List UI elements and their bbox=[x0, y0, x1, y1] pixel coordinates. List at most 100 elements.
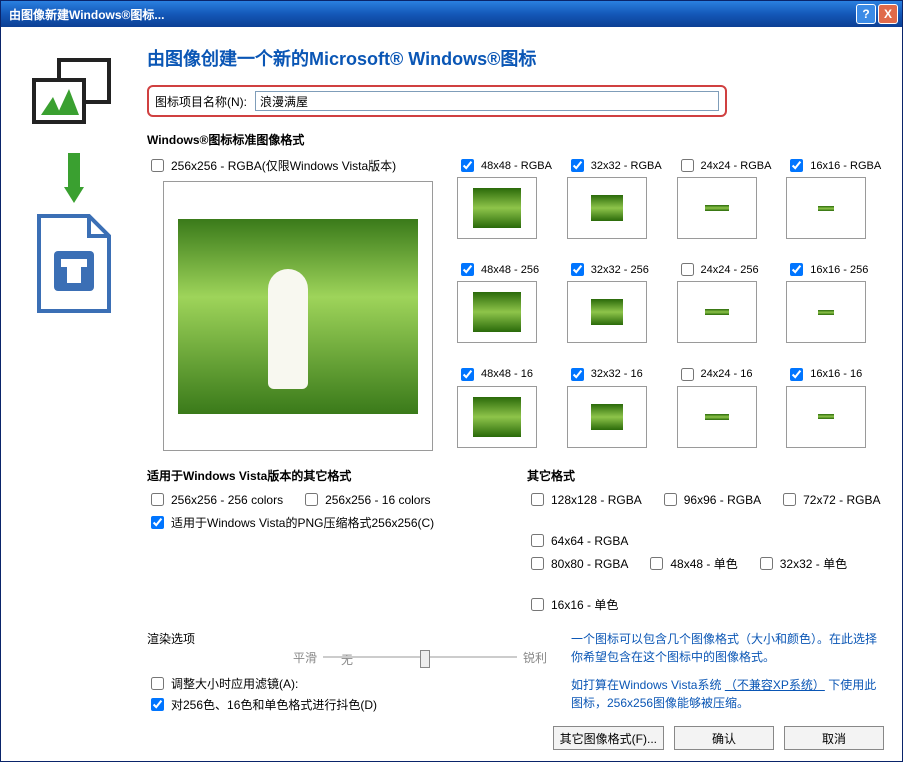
format-option[interactable]: 64x64 - RGBA bbox=[527, 531, 628, 550]
format-checkbox[interactable] bbox=[650, 557, 663, 570]
other-formats-button[interactable]: 其它图像格式(F)... bbox=[553, 726, 664, 750]
format-checkbox[interactable] bbox=[531, 598, 544, 611]
thumbnail-image bbox=[705, 309, 729, 315]
thumbnail-image bbox=[473, 292, 521, 332]
vista-other-title: 适用于Windows Vista版本的其它格式 bbox=[147, 467, 447, 484]
sharpness-slider[interactable] bbox=[323, 647, 517, 667]
format-option[interactable]: 32x32 - RGBA bbox=[567, 156, 665, 175]
format-option[interactable]: 128x128 - RGBA bbox=[527, 490, 642, 509]
format-cell: 16x16 - 16 bbox=[786, 363, 884, 457]
format-cell: 16x16 - 256 bbox=[786, 258, 884, 352]
format-checkbox[interactable] bbox=[790, 368, 803, 381]
format-thumbnail bbox=[786, 177, 866, 239]
thumbnail-image bbox=[818, 310, 834, 315]
format-checkbox[interactable] bbox=[571, 159, 584, 172]
format-checkbox[interactable] bbox=[783, 493, 796, 506]
big-preview bbox=[163, 181, 433, 451]
format-checkbox[interactable] bbox=[305, 493, 318, 506]
format-checkbox[interactable] bbox=[790, 159, 803, 172]
format-option[interactable]: 16x16 - 单色 bbox=[527, 595, 618, 614]
dither-option[interactable]: 对256色、16色和单色格式进行抖色(D) bbox=[147, 695, 547, 714]
format-option[interactable]: 48x48 - RGBA bbox=[457, 156, 555, 175]
format-option[interactable]: 48x48 - 16 bbox=[457, 365, 555, 384]
thumbnail-image bbox=[705, 205, 729, 211]
format-cell: 48x48 - 16 bbox=[457, 363, 555, 457]
format-option[interactable]: 16x16 - 16 bbox=[786, 365, 884, 384]
format-cell: 24x24 - 256 bbox=[677, 258, 775, 352]
vista-png-checkbox[interactable] bbox=[151, 516, 164, 529]
format-checkbox[interactable] bbox=[571, 368, 584, 381]
format-checkbox[interactable] bbox=[664, 493, 677, 506]
wizard-graphic bbox=[19, 45, 129, 743]
format-checkbox[interactable] bbox=[461, 159, 474, 172]
format-option[interactable]: 48x48 - 单色 bbox=[646, 554, 737, 573]
format-checkbox[interactable] bbox=[790, 263, 803, 276]
button-bar: 其它图像格式(F)... 确认 取消 bbox=[147, 716, 884, 761]
format-thumbnail bbox=[457, 281, 537, 343]
format-cell: 32x32 - 256 bbox=[567, 258, 665, 352]
format-checkbox[interactable] bbox=[531, 493, 544, 506]
format-checkbox[interactable] bbox=[681, 159, 694, 172]
format-option[interactable]: 48x48 - 256 bbox=[457, 260, 555, 279]
format-option[interactable]: 32x32 - 16 bbox=[567, 365, 665, 384]
target-icon-file-icon bbox=[29, 211, 119, 321]
thumbnail-image bbox=[473, 397, 521, 437]
source-image-icon bbox=[29, 55, 119, 145]
format-thumbnail bbox=[786, 281, 866, 343]
vista-png-option[interactable]: 适用于Windows Vista的PNG压缩格式256x256(C) bbox=[147, 513, 447, 532]
titlebar-help-button[interactable]: ? bbox=[856, 4, 876, 24]
standard-formats-title: Windows®图标标准图像格式 bbox=[147, 131, 884, 148]
cancel-button[interactable]: 取消 bbox=[784, 726, 884, 750]
format-option[interactable]: 24x24 - 256 bbox=[677, 260, 775, 279]
format-option[interactable]: 256x256 - 16 colors bbox=[301, 490, 430, 509]
project-name-label: 图标项目名称(N): bbox=[155, 93, 247, 110]
format-thumbnail bbox=[567, 177, 647, 239]
window-title: 由图像新建Windows®图标... bbox=[9, 6, 856, 23]
format-256-rgba[interactable]: 256x256 - RGBA(仅限Windows Vista版本) bbox=[147, 156, 437, 175]
format-option[interactable]: 32x32 - 单色 bbox=[756, 554, 847, 573]
vista-compat-link[interactable]: （不兼容XP系统） bbox=[725, 678, 825, 692]
project-name-input[interactable] bbox=[255, 91, 719, 111]
resize-filter-option[interactable]: 调整大小时应用滤镜(A): bbox=[147, 674, 547, 693]
format-cell: 48x48 - RGBA bbox=[457, 154, 555, 248]
thumbnail-image bbox=[591, 404, 623, 430]
format-option[interactable]: 96x96 - RGBA bbox=[660, 490, 761, 509]
format-option[interactable]: 16x16 - RGBA bbox=[786, 156, 884, 175]
format-checkbox[interactable] bbox=[531, 534, 544, 547]
preview-image bbox=[178, 219, 418, 414]
dialog-window: 由图像新建Windows®图标... ? X bbox=[0, 0, 903, 762]
project-name-row: 图标项目名称(N): bbox=[147, 85, 727, 117]
format-checkbox[interactable] bbox=[461, 263, 474, 276]
format-checkbox[interactable] bbox=[571, 263, 584, 276]
titlebar[interactable]: 由图像新建Windows®图标... ? X bbox=[1, 1, 902, 27]
format-thumbnail bbox=[677, 386, 757, 448]
format-option[interactable]: 16x16 - 256 bbox=[786, 260, 884, 279]
info-text: 一个图标可以包含几个图像格式（大小和颜色）。在此选择你希望包含在这个图标中的图像… bbox=[571, 630, 884, 716]
format-option[interactable]: 256x256 - 256 colors bbox=[147, 490, 283, 509]
format-checkbox[interactable] bbox=[681, 368, 694, 381]
resize-filter-checkbox[interactable] bbox=[151, 677, 164, 690]
render-options-title: 渲染选项 bbox=[147, 630, 547, 647]
ok-button[interactable]: 确认 bbox=[674, 726, 774, 750]
format-cell: 24x24 - 16 bbox=[677, 363, 775, 457]
titlebar-close-button[interactable]: X bbox=[878, 4, 898, 24]
format-checkbox[interactable] bbox=[681, 263, 694, 276]
format-checkbox[interactable] bbox=[531, 557, 544, 570]
thumbnail-image bbox=[591, 299, 623, 325]
page-heading: 由图像创建一个新的Microsoft® Windows®图标 bbox=[147, 45, 884, 71]
format-thumbnail bbox=[567, 281, 647, 343]
format-checkbox[interactable] bbox=[151, 493, 164, 506]
thumbnail-image bbox=[818, 414, 834, 419]
format-option[interactable]: 32x32 - 256 bbox=[567, 260, 665, 279]
format-256-rgba-checkbox[interactable] bbox=[151, 159, 164, 172]
dither-checkbox[interactable] bbox=[151, 698, 164, 711]
format-thumbnail bbox=[457, 177, 537, 239]
format-option[interactable]: 24x24 - 16 bbox=[677, 365, 775, 384]
format-option[interactable]: 72x72 - RGBA bbox=[779, 490, 880, 509]
format-checkbox[interactable] bbox=[760, 557, 773, 570]
format-cell: 24x24 - RGBA bbox=[677, 154, 775, 248]
format-grid: 48x48 - RGBA 32x32 - RGBA 24x24 - RGBA 16x1… bbox=[457, 154, 884, 457]
format-checkbox[interactable] bbox=[461, 368, 474, 381]
format-option[interactable]: 80x80 - RGBA bbox=[527, 554, 628, 573]
format-option[interactable]: 24x24 - RGBA bbox=[677, 156, 775, 175]
